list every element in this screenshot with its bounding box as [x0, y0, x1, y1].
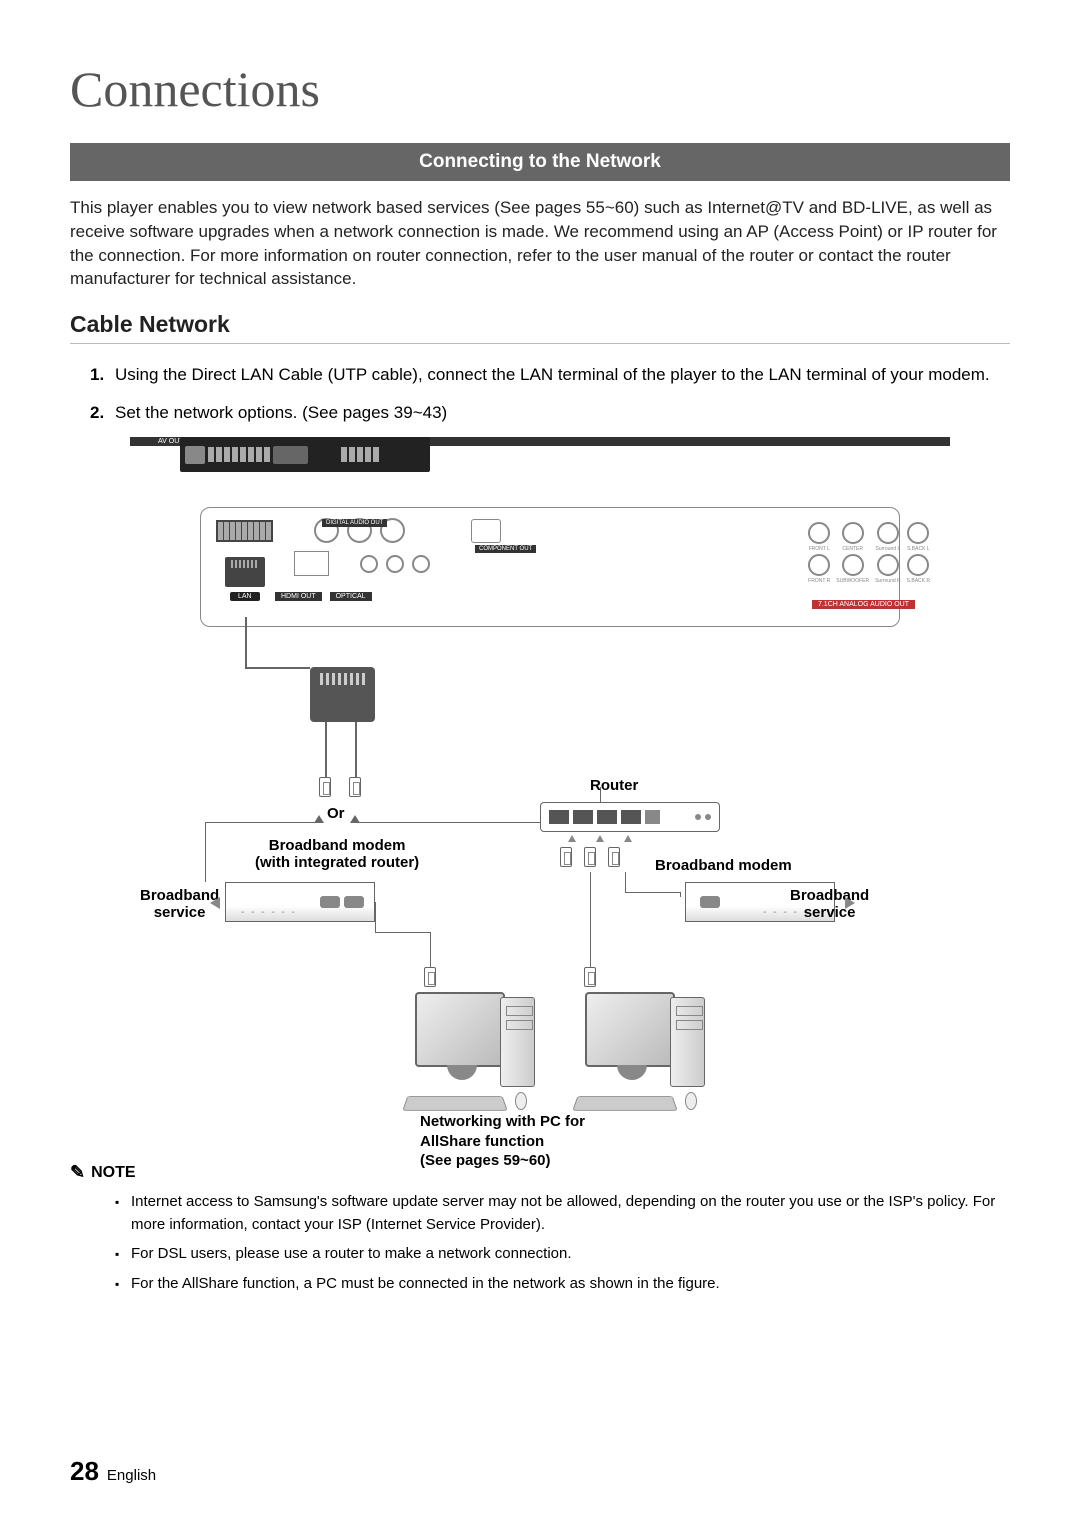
player-back-panel-small [180, 437, 430, 472]
intro-text: This player enables you to view network … [70, 196, 1010, 291]
plug-icon [349, 777, 361, 797]
plug-icon [584, 847, 596, 867]
lan-port [225, 557, 265, 587]
section-header: Connecting to the Network [70, 143, 1010, 181]
pc-right [550, 992, 720, 1112]
broadband-service-right: Broadband service [790, 887, 869, 921]
steps-list: 1.Using the Direct LAN Cable (UTP cable)… [90, 362, 1010, 425]
modem-left: - - - - - - [225, 882, 375, 922]
digital-audio-label: DIGITAL AUDIO OUT [322, 519, 387, 527]
subsection-title: Cable Network [70, 311, 1010, 344]
step-1: 1.Using the Direct LAN Cable (UTP cable)… [90, 362, 1010, 388]
broadband-service-left: Broadband service [140, 887, 219, 921]
step-1-text: Using the Direct LAN Cable (UTP cable), … [115, 365, 990, 384]
pc-left [380, 992, 550, 1112]
note-icon: ✎ [70, 1162, 85, 1183]
network-diagram: DIGITAL AUDIO OUT COMPONENT OUT FRONT LF… [130, 437, 950, 1137]
step-2-text: Set the network options. (See pages 39~4… [115, 403, 447, 422]
page-title: Connections [70, 60, 1010, 118]
analog-audio-label: 7.1CH ANALOG AUDIO OUT [812, 600, 915, 609]
broadband-modem-integrated-label: Broadband modem (with integrated router) [255, 837, 419, 871]
plug-icon [584, 967, 596, 987]
analog-audio-ports: FRONT LFRONT R CENTERSUBWOOFER Surround … [808, 522, 930, 584]
note-item-1: Internet access to Samsung's software up… [115, 1191, 1010, 1236]
note-label: NOTE [91, 1164, 135, 1182]
broadband-modem-label: Broadband modem [655, 857, 792, 874]
plug-icon [560, 847, 572, 867]
note-list: Internet access to Samsung's software up… [115, 1191, 1010, 1295]
router-device [540, 802, 720, 832]
page-footer: 28 English [70, 1456, 156, 1487]
router-label: Router [590, 777, 638, 794]
step-2: 2.Set the network options. (See pages 39… [90, 400, 1010, 426]
plug-icon [319, 777, 331, 797]
plug-icon [424, 967, 436, 987]
plug-icon [608, 847, 620, 867]
page-language: English [107, 1467, 156, 1484]
port-labels: HDMI OUT OPTICAL [275, 592, 372, 601]
note-section: ✎ NOTE Internet access to Samsung's soft… [70, 1162, 1010, 1295]
lan-label: LAN [230, 592, 260, 601]
or-label: Or [327, 805, 345, 822]
page-number: 28 [70, 1456, 99, 1487]
lan-plug-zoom [310, 667, 375, 722]
component-out-label: COMPONENT OUT [475, 545, 536, 553]
note-item-2: For DSL users, please use a router to ma… [115, 1243, 1010, 1266]
note-item-3: For the AllShare function, a PC must be … [115, 1273, 1010, 1296]
pc-caption: Networking with PC for AllShare function… [420, 1112, 585, 1171]
player-back-panel-zoom [200, 507, 900, 627]
